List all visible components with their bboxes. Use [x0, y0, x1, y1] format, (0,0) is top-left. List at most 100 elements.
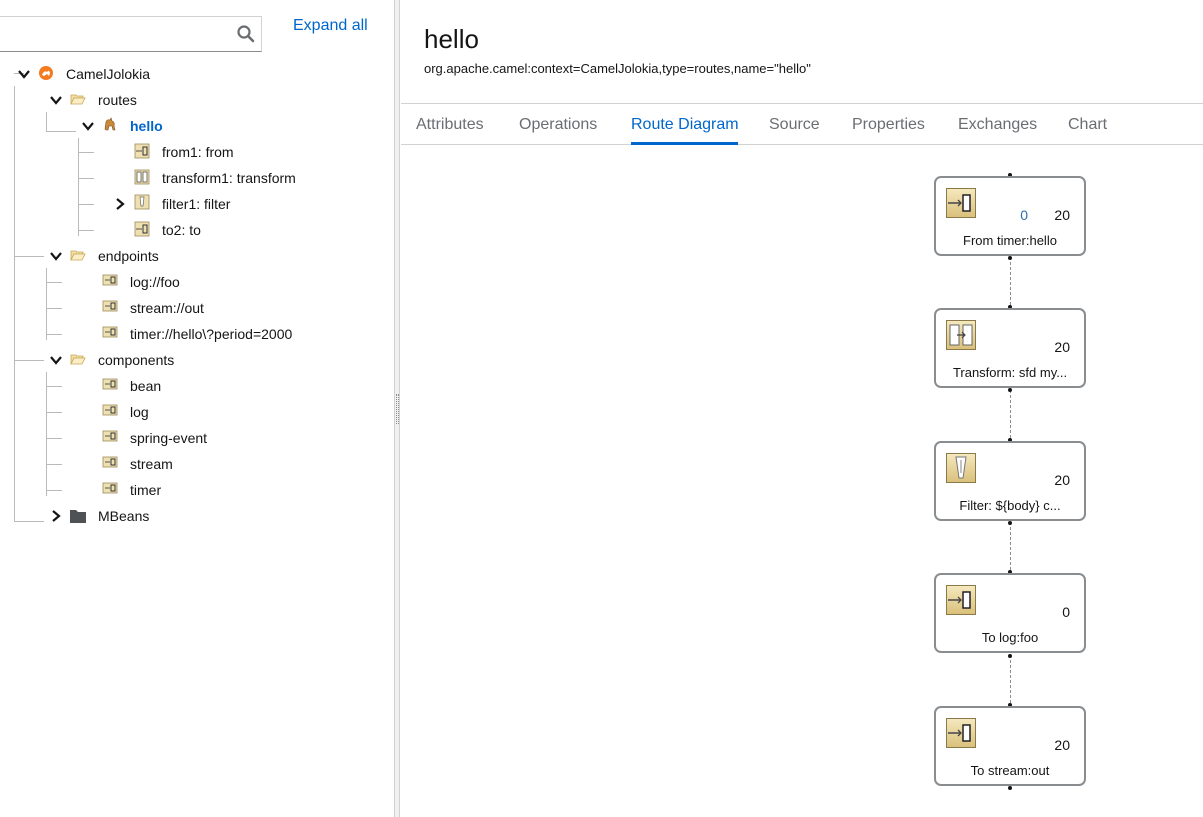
filter-icon: [946, 453, 976, 483]
node-label: Transform: sfd my...: [952, 365, 1068, 380]
tab-source[interactable]: Source: [769, 116, 820, 134]
chevron-down-icon[interactable]: [49, 249, 63, 263]
folder-icon: [70, 510, 86, 523]
exchange-count: 20: [1054, 737, 1070, 753]
tree-item-label: components: [98, 352, 175, 368]
inflight-count: 0: [1020, 207, 1028, 223]
folder-open-icon: [70, 94, 86, 105]
connector-dot: [1008, 521, 1012, 525]
endpoint-icon: [102, 300, 118, 312]
tab-operations[interactable]: Operations: [519, 116, 597, 134]
tab-route-diagram[interactable]: Route Diagram: [631, 116, 739, 134]
endpoint-icon: [946, 585, 976, 615]
tree-item-label: routes: [98, 92, 137, 108]
tree-item-label: bean: [130, 378, 162, 394]
tree-item-label: to2: to: [162, 222, 201, 238]
route-icon: [104, 117, 116, 131]
tree-item-endpoints[interactable]: endpoints: [48, 243, 328, 269]
chevron-right-icon[interactable]: [113, 197, 127, 211]
component-icon: [102, 482, 118, 494]
tree-item-endpoint[interactable]: timer://hello\?period=2000: [64, 321, 384, 347]
component-icon: [102, 430, 118, 442]
tree-item-component[interactable]: spring-event: [64, 425, 344, 451]
tab-properties[interactable]: Properties: [852, 116, 925, 134]
endpoint-icon: [946, 188, 976, 218]
chevron-right-icon[interactable]: [49, 509, 63, 523]
splitter-grip[interactable]: [396, 394, 399, 424]
tree-item-label: timer: [130, 482, 162, 498]
tree-item-endpoint[interactable]: stream://out: [64, 295, 364, 321]
tab-attributes[interactable]: Attributes: [416, 116, 484, 134]
node-label: To log:foo: [981, 630, 1039, 645]
tree-item-component[interactable]: stream: [64, 451, 344, 477]
active-tab-indicator: [631, 142, 738, 145]
route-node-from[interactable]: 0 20 From timer:hello: [934, 176, 1086, 256]
transform-icon: [134, 169, 150, 185]
route-node-to-stream[interactable]: 20 To stream:out: [934, 706, 1086, 786]
component-icon: [102, 404, 118, 416]
tree-item-route-node[interactable]: to2: to: [96, 217, 376, 243]
chevron-down-icon[interactable]: [17, 67, 31, 81]
tree-item-endpoint[interactable]: log://foo: [64, 269, 364, 295]
route-node-filter[interactable]: 20 Filter: ${body} c...: [934, 441, 1086, 521]
chevron-down-icon[interactable]: [49, 353, 63, 367]
connector-dot: [1008, 256, 1012, 260]
endpoint-icon: [134, 221, 150, 237]
chevron-down-icon[interactable]: [81, 119, 95, 133]
connector-line: [1010, 390, 1011, 438]
connector-line: [1010, 655, 1011, 703]
transform-icon: [946, 320, 976, 350]
tree-item-mbeans[interactable]: MBeans: [48, 503, 328, 529]
route-node-transform[interactable]: 20 Transform: sfd my...: [934, 308, 1086, 388]
tree-item-component[interactable]: bean: [64, 373, 344, 399]
tree-item-routes[interactable]: routes: [48, 87, 328, 113]
tree-item-label: CamelJolokia: [66, 66, 151, 82]
tree-item-label: stream://out: [130, 300, 204, 316]
exchange-count: 20: [1054, 472, 1070, 488]
endpoint-icon: [102, 326, 118, 338]
jmx-tree: CamelJolokia routes hello from1: from tr…: [0, 0, 394, 817]
tree-item-component[interactable]: log: [64, 399, 344, 425]
tree-item-component[interactable]: timer: [64, 477, 344, 503]
tree-item-label: transform1: transform: [162, 170, 296, 186]
connector-dot: [1008, 654, 1012, 658]
connector-line: [1010, 522, 1011, 570]
route-node-to-log[interactable]: 0 To log:foo: [934, 573, 1086, 653]
node-label: Filter: ${body} c...: [959, 498, 1061, 513]
camel-icon: [39, 66, 53, 80]
endpoint-icon: [134, 143, 150, 159]
exchange-count: 20: [1054, 339, 1070, 355]
tree-item-label: from1: from: [162, 144, 234, 160]
tree-item-route-node[interactable]: transform1: transform: [96, 165, 386, 191]
tree-item-label: stream: [130, 456, 173, 472]
connector-dot: [1008, 786, 1012, 790]
tree-item-label: spring-event: [130, 430, 208, 446]
tree-item-route-hello[interactable]: hello: [80, 113, 330, 139]
tree-item-route-node[interactable]: filter1: filter: [96, 191, 376, 217]
tree-item-label: log://foo: [130, 274, 180, 290]
connector-line: [1010, 257, 1011, 305]
filter-icon: [134, 194, 150, 210]
tree-item-label: endpoints: [98, 248, 159, 264]
endpoint-icon: [946, 718, 976, 748]
tab-chart[interactable]: Chart: [1068, 116, 1107, 134]
exchange-count: 0: [1062, 604, 1070, 620]
tab-bar: Attributes Operations Route Diagram Sour…: [401, 103, 1203, 145]
connector-dot: [1008, 388, 1012, 392]
component-icon: [102, 378, 118, 390]
chevron-down-icon[interactable]: [49, 93, 63, 107]
folder-open-icon: [70, 250, 86, 261]
tree-item-route-node[interactable]: from1: from: [96, 139, 376, 165]
node-label: To stream:out: [970, 763, 1050, 778]
tree-item-label: MBeans: [98, 508, 150, 524]
tab-exchanges[interactable]: Exchanges: [958, 116, 1037, 134]
tree-item-label: log: [130, 404, 149, 420]
content-panel: hello org.apache.camel:context=CamelJolo…: [401, 0, 1203, 817]
page-title: hello: [424, 24, 479, 54]
mbean-object-name: org.apache.camel:context=CamelJolokia,ty…: [424, 61, 811, 76]
tree-item-components[interactable]: components: [48, 347, 328, 373]
tree-item-label: filter1: filter: [162, 196, 231, 212]
component-icon: [102, 456, 118, 468]
tree-item-camel-context[interactable]: CamelJolokia: [16, 61, 316, 87]
tree-item-label: timer://hello\?period=2000: [130, 326, 293, 342]
